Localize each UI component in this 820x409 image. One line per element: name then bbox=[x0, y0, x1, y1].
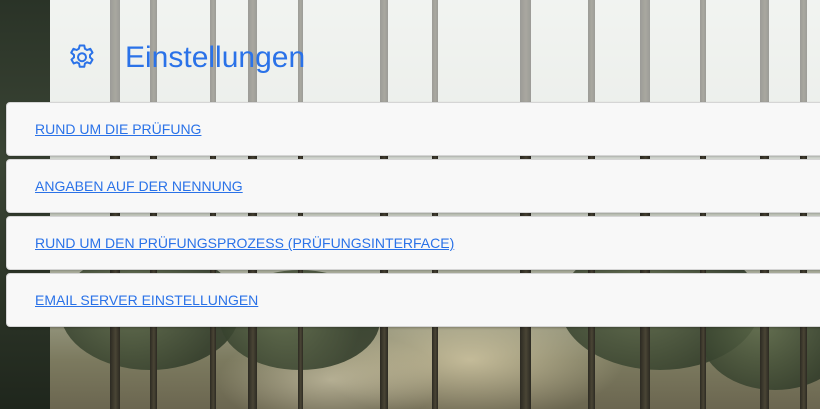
menu-link[interactable]: RUND UM DEN PRÜFUNGSPROZESS (PRÜFUNGSINT… bbox=[35, 235, 454, 251]
menu-item-pruefungsprozess[interactable]: RUND UM DEN PRÜFUNGSPROZESS (PRÜFUNGSINT… bbox=[6, 216, 820, 270]
page-title: Einstellungen bbox=[125, 41, 306, 74]
menu-link[interactable]: RUND UM DIE PRÜFUNG bbox=[35, 121, 201, 137]
menu-item-rund-um-die-pruefung[interactable]: RUND UM DIE PRÜFUNG bbox=[6, 102, 820, 156]
menu-link[interactable]: ANGABEN AUF DER NENNUNG bbox=[35, 178, 243, 194]
menu-item-email-server-einstellungen[interactable]: EMAIL SERVER EINSTELLUNGEN bbox=[6, 273, 820, 327]
menu-link[interactable]: EMAIL SERVER EINSTELLUNGEN bbox=[35, 292, 258, 308]
menu-item-angaben-auf-der-nennung[interactable]: ANGABEN AUF DER NENNUNG bbox=[6, 159, 820, 213]
settings-menu: RUND UM DIE PRÜFUNG ANGABEN AUF DER NENN… bbox=[6, 102, 820, 330]
gear-icon bbox=[66, 42, 98, 74]
